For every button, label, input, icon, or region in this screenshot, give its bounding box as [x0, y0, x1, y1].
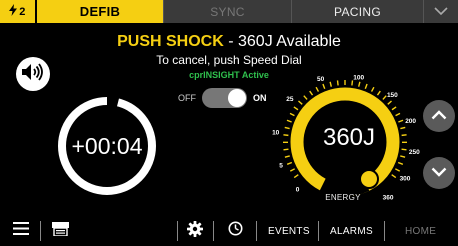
dial-scale-label: 5 — [279, 163, 283, 170]
dial-tick — [284, 126, 290, 130]
dial-tick — [303, 95, 308, 100]
toggle-off-label: OFF — [178, 93, 196, 103]
push-shock-label: PUSH SHOCK — [117, 33, 224, 50]
tab-defib[interactable]: DEFIB — [37, 0, 163, 23]
dial-scale-label: 360 — [383, 194, 394, 201]
events-button[interactable]: EVENTS — [268, 216, 310, 246]
dial-tick — [283, 148, 289, 151]
divider — [40, 221, 41, 241]
dial-tick — [289, 112, 295, 117]
dial-scale-label: 50 — [317, 76, 325, 83]
dial-tick — [395, 112, 401, 117]
dial-scale-label: 300 — [400, 175, 411, 182]
hamburger-menu-icon — [13, 222, 29, 240]
energy-value: 360J — [322, 124, 376, 151]
divider — [177, 221, 178, 241]
dial-scale-label: 10 — [272, 130, 280, 137]
dial-tick — [370, 86, 375, 92]
divider — [256, 221, 257, 241]
dial-tick — [283, 134, 289, 137]
dial-scale-label: 0 — [296, 187, 300, 194]
dial-tick — [401, 148, 407, 151]
toggle-knob — [228, 89, 246, 107]
dial-scale-label: 250 — [409, 149, 420, 156]
chevron-down-icon — [431, 164, 447, 182]
home-button[interactable]: HOME — [405, 216, 436, 246]
gear-icon — [187, 220, 203, 242]
print-button[interactable] — [49, 216, 71, 246]
cpr-toggle-group: OFF ON — [178, 88, 267, 108]
menu-button[interactable] — [10, 216, 32, 246]
dial-tick — [391, 174, 397, 179]
dial-tick — [322, 83, 326, 89]
dial-tick — [391, 106, 397, 111]
tab-pacing[interactable]: PACING — [291, 0, 423, 23]
alarms-button[interactable]: ALARMS — [330, 216, 373, 246]
mode-tab-bar: 2 DEFIB SYNC PACING — [0, 0, 458, 23]
dial-tick — [394, 168, 401, 172]
chevron-down-icon — [434, 5, 448, 19]
bolt-icon — [9, 4, 18, 19]
alert-indicator: 2 — [0, 0, 37, 23]
dial-scale-label: 150 — [387, 92, 398, 99]
shock-prompt: PUSH SHOCK - 360J Available — [0, 33, 458, 51]
dial-knob[interactable] — [359, 169, 379, 189]
dial-tick — [382, 95, 387, 100]
scroll-up-button[interactable] — [423, 100, 455, 132]
alert-count: 2 — [19, 5, 26, 18]
dial-tick — [376, 90, 381, 96]
dial-scale-label: 200 — [405, 118, 416, 125]
dial-tick — [400, 155, 406, 158]
dial-tick — [364, 83, 368, 89]
shock-timer: +00:04 — [71, 132, 143, 159]
dial-tick — [284, 155, 290, 158]
dial-tick — [400, 126, 406, 130]
printer-icon — [51, 221, 69, 241]
dial-tick — [293, 106, 299, 111]
dial-tick — [286, 161, 293, 165]
divider — [384, 221, 385, 241]
energy-available: - 360J Available — [223, 33, 341, 50]
dial-tick — [336, 80, 339, 86]
energy-label: ENERGY — [325, 193, 361, 202]
settings-button[interactable] — [184, 216, 206, 246]
cpr-insight-toggle[interactable] — [202, 88, 247, 108]
dial-tick — [293, 174, 299, 179]
dial-tick — [398, 119, 404, 123]
dial-tick — [358, 81, 361, 87]
dial-tick — [387, 100, 392, 105]
speaker-icon — [21, 62, 45, 86]
dial-tick — [309, 90, 314, 96]
dial-tick — [286, 119, 292, 123]
dial-scale-label: 25 — [286, 96, 294, 103]
tab-sync[interactable]: SYNC — [163, 0, 291, 23]
chevron-up-icon — [431, 107, 447, 125]
dial-tick — [298, 100, 303, 105]
divider — [318, 221, 319, 241]
dial-tick — [315, 86, 320, 92]
dial-tick — [401, 134, 407, 137]
divider — [213, 221, 214, 241]
stopwatch-icon — [228, 221, 243, 241]
toggle-on-label: ON — [253, 93, 267, 103]
dial-tick — [329, 81, 332, 87]
scroll-down-button[interactable] — [423, 157, 455, 189]
timer-button[interactable] — [224, 216, 246, 246]
tab-more-button[interactable] — [423, 0, 458, 23]
cancel-hint: To cancel, push Speed Dial — [156, 53, 302, 67]
volume-button[interactable] — [16, 57, 50, 91]
dial-tick — [397, 161, 404, 165]
dial-tick — [289, 168, 296, 172]
dial-scale-label: 100 — [353, 75, 364, 82]
